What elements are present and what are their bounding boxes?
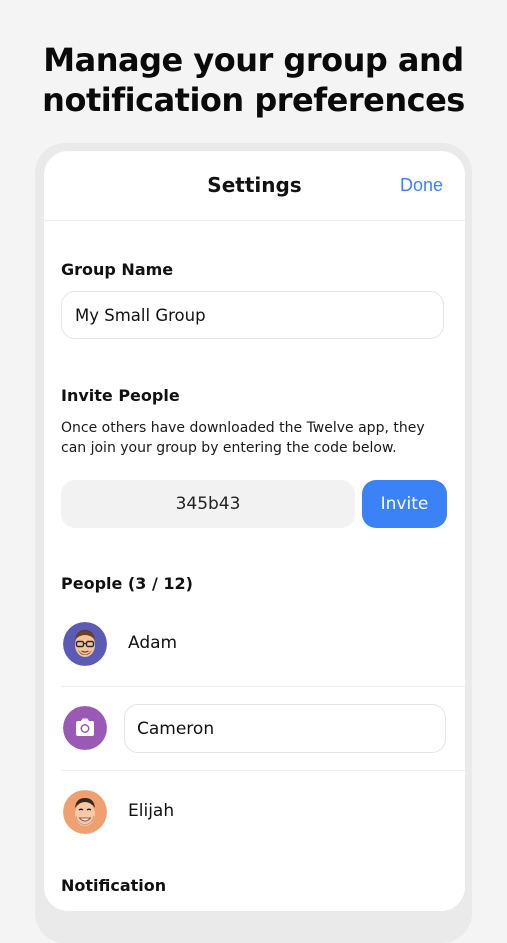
invite-description: Once others have downloaded the Twelve a… — [61, 420, 425, 456]
group-name-input[interactable] — [61, 291, 444, 339]
member-name: Adam — [128, 633, 178, 653]
page-headline: Manage your group and notification prefe… — [0, 40, 507, 120]
member-row-elijah[interactable]: Elijah — [61, 770, 465, 854]
member-name: Elijah — [128, 801, 175, 821]
people-label: People (3 / 12) — [61, 574, 193, 593]
invite-people-label: Invite People — [61, 386, 180, 405]
notification-label: Notification — [61, 876, 167, 895]
group-name-label: Group Name — [61, 260, 174, 279]
settings-sheet: Settings Done Group Name Invite People O… — [44, 151, 465, 911]
memoji-avatar-glasses — [63, 622, 107, 666]
member-name-input[interactable] — [124, 704, 446, 753]
member-row-cameron — [61, 686, 465, 771]
memoji-avatar-smiling — [63, 790, 107, 834]
headline-line-2: notification preferences — [42, 81, 465, 119]
nav-bar: Settings Done — [44, 151, 465, 221]
camera-icon[interactable] — [63, 706, 107, 750]
headline-line-1: Manage your group and — [43, 41, 464, 79]
member-row-adam[interactable]: Adam — [61, 602, 465, 687]
invite-button[interactable]: Invite — [362, 480, 447, 528]
invite-code: 345b43 — [61, 480, 355, 528]
done-button[interactable]: Done — [400, 175, 443, 196]
